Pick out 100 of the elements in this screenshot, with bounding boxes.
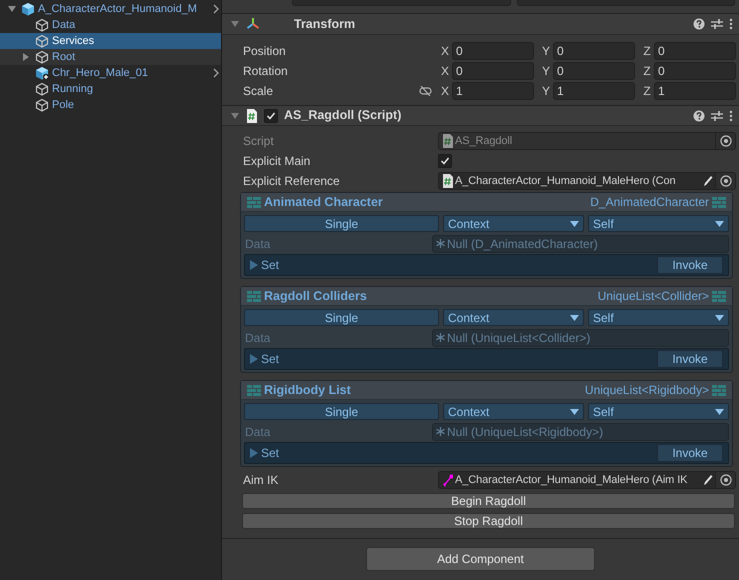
pencil-icon — [703, 474, 713, 486]
dropdown-arrow-icon — [715, 408, 724, 414]
object-field[interactable]: A_CharacterActor_Humanoid_MaleHero (Aim IK — [438, 471, 736, 489]
field-label: Aim IK — [243, 472, 280, 489]
panel-title: Rigidbody List — [264, 382, 351, 399]
component-header[interactable]: AS_Ragdoll (Script) — [222, 105, 739, 126]
axis-label: Z — [642, 43, 652, 60]
unlink-icon[interactable] — [419, 86, 432, 96]
panel-title: Ragdoll Colliders — [264, 288, 367, 305]
invoke-button[interactable]: Invoke — [657, 350, 723, 368]
number-field[interactable]: 0 — [654, 62, 736, 80]
object-picker-icon[interactable] — [720, 175, 732, 187]
dropdown[interactable]: Context — [443, 215, 584, 232]
invoke-button[interactable]: Invoke — [657, 256, 723, 274]
axis-label: Z — [642, 63, 652, 80]
axes-icon — [246, 17, 260, 31]
hierarchy-item[interactable]: Data — [0, 17, 221, 33]
number-field[interactable]: 0 — [452, 62, 534, 80]
expand-arrow-icon — [250, 448, 258, 458]
grid-icon — [247, 196, 261, 208]
type-label: UniqueList<Collider> — [598, 288, 709, 305]
action-button[interactable]: Begin Ragdoll — [242, 493, 735, 509]
hierarchy-item[interactable]: Pole — [0, 97, 221, 113]
axis-label: Y — [540, 63, 551, 80]
dropdown[interactable]: Self — [588, 215, 729, 232]
grid-icon — [712, 196, 726, 208]
hierarchy-item[interactable]: Running — [0, 81, 221, 97]
component-header[interactable]: Transform — [222, 14, 739, 35]
type-label: D_AnimatedCharacter — [590, 194, 709, 211]
prefab-cube-icon — [35, 66, 49, 80]
cube-icon — [35, 98, 49, 112]
hierarchy-item[interactable]: Chr_Hero_Male_01 — [0, 65, 221, 81]
mode-button[interactable]: Single — [244, 403, 439, 420]
enable-checkbox[interactable] — [264, 108, 278, 122]
add-component-button[interactable]: Add Component — [366, 547, 595, 571]
axis-label: X — [440, 83, 450, 100]
field-label: Data — [245, 330, 272, 346]
dropdown[interactable]: Context — [443, 309, 584, 326]
dropdown[interactable]: Context — [443, 403, 584, 420]
mode-button[interactable]: Single — [244, 215, 439, 232]
dropdown[interactable]: Self — [588, 309, 729, 326]
hierarchy-item[interactable]: Root — [0, 49, 221, 65]
number-field[interactable]: 0 — [654, 42, 736, 60]
invoke-button[interactable]: Invoke — [657, 444, 723, 462]
object-field[interactable]: Null (D_AnimatedCharacter) — [432, 234, 729, 252]
field-label: Script — [243, 133, 275, 150]
chevron-icon[interactable] — [211, 3, 221, 15]
null-asterisk-icon — [436, 239, 445, 248]
number-field[interactable]: 1 — [553, 82, 635, 100]
object-field[interactable]: Null (UniqueList<Rigidbody>) — [432, 422, 729, 440]
number-field[interactable]: 0 — [553, 62, 635, 80]
grid-icon — [247, 384, 261, 396]
more-icon — [729, 110, 733, 122]
object-picker-icon[interactable] — [720, 474, 732, 486]
more-icon — [729, 18, 733, 30]
prefab-cube-icon — [21, 2, 35, 16]
cube-icon — [35, 34, 49, 48]
object-field[interactable]: Null (UniqueList<Collider>) — [432, 328, 729, 346]
cube-icon — [35, 50, 49, 64]
checkmark-icon — [266, 110, 276, 120]
checkbox[interactable] — [438, 154, 452, 168]
script-file-icon — [442, 134, 453, 148]
mode-button[interactable]: Single — [244, 309, 439, 326]
number-field[interactable]: 1 — [452, 82, 534, 100]
dropdown-arrow-icon — [570, 220, 579, 226]
dropdown-arrow-icon — [570, 408, 579, 414]
set-foldout[interactable]: Set — [250, 256, 280, 274]
set-foldout[interactable]: Set — [250, 444, 280, 462]
expand-arrow-icon — [250, 260, 258, 270]
cube-icon — [35, 82, 49, 96]
number-field[interactable]: 0 — [553, 42, 635, 60]
axis-label: Z — [642, 83, 652, 100]
cube-icon — [35, 18, 49, 32]
checkmark-icon — [440, 156, 450, 166]
null-asterisk-icon — [436, 333, 445, 342]
dropdown-arrow-icon — [570, 314, 579, 320]
action-button[interactable]: Stop Ragdoll — [242, 513, 735, 529]
dropdown[interactable]: Self — [588, 403, 729, 420]
number-field[interactable]: 0 — [452, 42, 534, 60]
field-label: Data — [245, 424, 272, 440]
hierarchy-item[interactable]: A_CharacterActor_Humanoid_M — [0, 1, 221, 17]
axis-label: Y — [540, 83, 551, 100]
type-label: UniqueList<Rigidbody> — [584, 382, 709, 399]
panel-title: Animated Character — [264, 194, 383, 211]
collapse-arrow-icon — [230, 110, 240, 120]
set-foldout[interactable]: Set — [250, 350, 280, 368]
expand-arrow-icon — [250, 354, 258, 364]
hierarchy-item[interactable]: Services — [0, 33, 221, 49]
collapse-arrow-icon — [230, 19, 240, 29]
axis-label: X — [440, 43, 450, 60]
dropdown-arrow-icon — [715, 314, 724, 320]
axis-label: Y — [540, 43, 551, 60]
presets-icon — [711, 18, 723, 30]
chevron-icon[interactable] — [211, 67, 221, 79]
field-label: Position — [243, 43, 287, 60]
number-field[interactable]: 1 — [654, 82, 736, 100]
object-field[interactable]: A_CharacterActor_Humanoid_MaleHero (Con — [438, 172, 736, 190]
object-field: AS_Ragdoll — [438, 132, 736, 150]
axis-label: X — [440, 63, 450, 80]
pencil-icon — [703, 175, 713, 187]
